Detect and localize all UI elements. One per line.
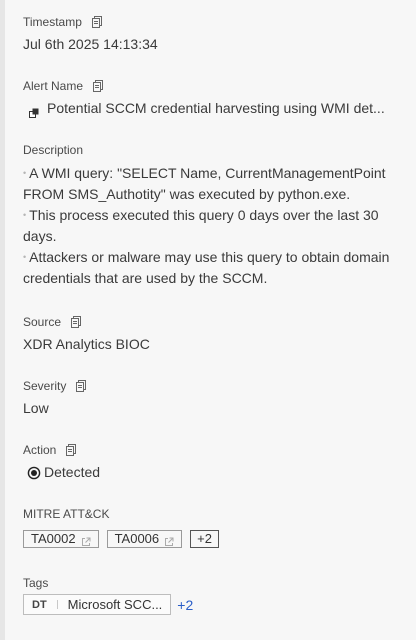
- description-line: FROM SMS_Authotity" was executed by pyth…: [23, 186, 351, 202]
- source-value: XDR Analytics BIOC: [23, 336, 150, 352]
- severity-value: Low: [23, 400, 49, 416]
- source-label: Source: [23, 315, 62, 329]
- severity-label-row: Severity: [23, 378, 400, 394]
- tag-prefix: DT: [32, 598, 47, 611]
- action-section: Action Detected: [23, 442, 400, 482]
- description-line: credentials that are used by the SCCM.: [23, 270, 268, 286]
- panel-left-border: [0, 0, 5, 640]
- mitre-tactic-chip[interactable]: TA0002: [23, 530, 99, 548]
- tag-value: Microsoft SCC...: [67, 597, 163, 612]
- copy-icon[interactable]: [71, 316, 82, 328]
- alert-name-link[interactable]: Potential SCCM credential harvesting usi…: [23, 98, 400, 118]
- copy-icon[interactable]: [91, 16, 102, 28]
- timestamp-label: Timestamp: [23, 15, 82, 29]
- mitre-more-button[interactable]: +2: [190, 530, 219, 548]
- alert-name-value: Potential SCCM credential harvesting usi…: [47, 100, 385, 116]
- source-label-row: Source: [23, 314, 400, 330]
- description-line: • This process executed this query 0 days…: [23, 207, 379, 223]
- copy-icon[interactable]: [76, 380, 87, 392]
- tags-label: Tags: [23, 576, 49, 590]
- action-label: Action: [23, 443, 57, 457]
- mitre-chips: TA0002 TA0006 +2: [23, 530, 400, 548]
- tag-separator: [56, 600, 58, 609]
- alert-name-label: Alert Name: [23, 79, 84, 93]
- tag-chip[interactable]: DT Microsoft SCC...: [23, 594, 172, 615]
- external-link-icon: [81, 534, 91, 546]
- mitre-label: MITRE ATT&CK: [23, 507, 110, 521]
- action-value: Detected: [44, 464, 101, 480]
- description-section: Description • A WMI query: "SELECT Name, …: [23, 142, 400, 289]
- tags-row: DT Microsoft SCC... +2: [23, 594, 400, 615]
- detected-icon: [27, 465, 41, 480]
- severity-label: Severity: [23, 379, 67, 393]
- open-rule-icon: [29, 103, 39, 118]
- mitre-tactic-chip[interactable]: TA0006: [106, 530, 183, 548]
- timestamp-section: Timestamp Jul 6th 2025 14:13:34: [23, 14, 400, 54]
- severity-section: Severity Low: [23, 378, 400, 418]
- alert-name-section: Alert Name Potential SCCM credential har…: [23, 78, 400, 118]
- action-label-row: Action: [23, 442, 400, 458]
- timestamp-label-row: Timestamp: [23, 14, 400, 30]
- action-value-row: Detected: [23, 462, 400, 482]
- description-line: days.: [23, 228, 57, 244]
- copy-icon[interactable]: [93, 80, 104, 92]
- tags-section: Tags DT Microsoft SCC... +2: [23, 575, 400, 615]
- alert-name-label-row: Alert Name: [23, 78, 400, 94]
- description-line: • A WMI query: "SELECT Name, CurrentManag…: [23, 165, 386, 181]
- external-link-icon: [164, 534, 174, 546]
- tags-more-link[interactable]: +2: [177, 597, 193, 613]
- source-section: Source XDR Analytics BIOC: [23, 314, 400, 354]
- copy-icon[interactable]: [66, 444, 77, 456]
- mitre-section: MITRE ATT&CK TA0002 TA0006 +2: [23, 506, 400, 548]
- timestamp-value: Jul 6th 2025 14:13:34: [23, 36, 158, 52]
- description-line: • Attackers or malware may use this query…: [23, 249, 390, 265]
- description-label: Description: [23, 143, 84, 157]
- description-body: • A WMI query: "SELECT Name, CurrentManag…: [23, 163, 400, 289]
